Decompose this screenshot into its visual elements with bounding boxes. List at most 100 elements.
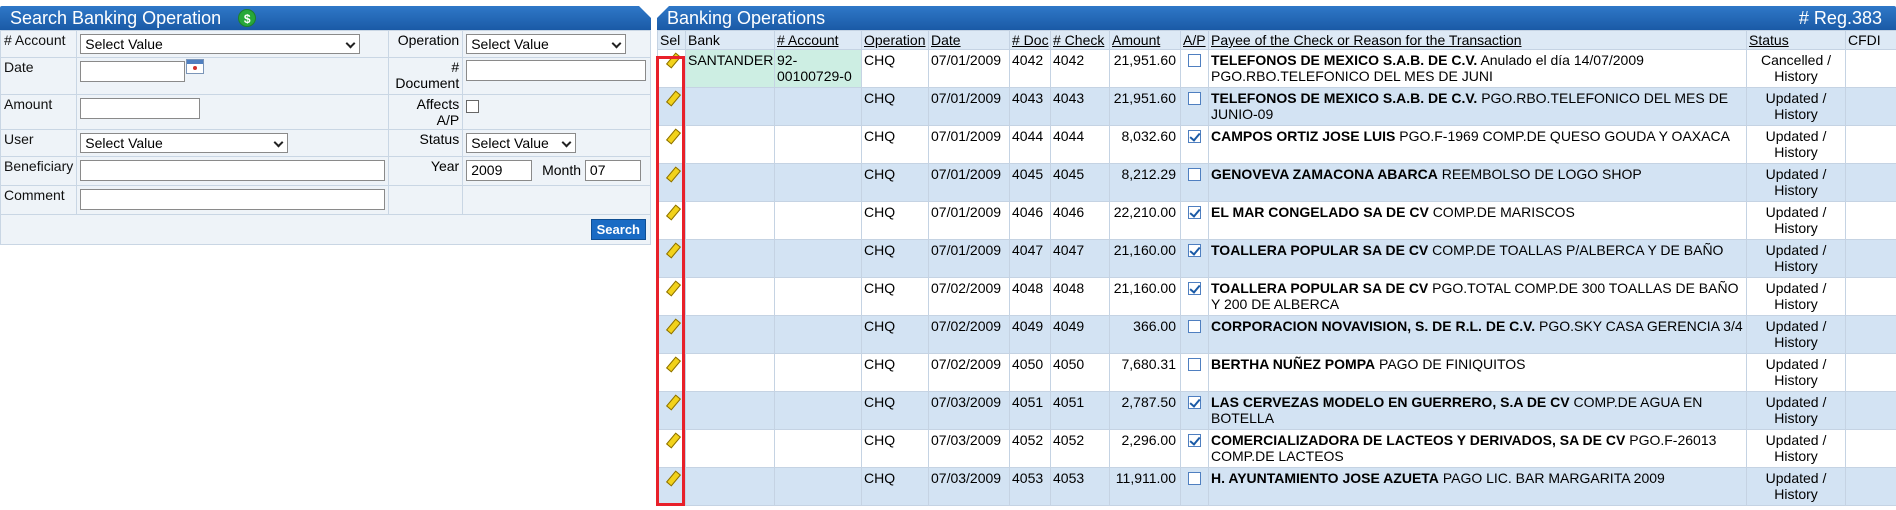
- payee-cell: TELEFONOS DE MEXICO S.A.B. DE C.V. Anula…: [1208, 49, 1747, 88]
- edit-cell[interactable]: [657, 467, 686, 506]
- ap-checkbox[interactable]: [1188, 358, 1201, 371]
- edit-cell[interactable]: [657, 277, 686, 316]
- user-select[interactable]: Select Value: [80, 133, 289, 153]
- operation-cell: CHQ: [861, 353, 929, 392]
- pencil-edit-icon[interactable]: [665, 53, 679, 67]
- table-row: SANTANDER 92-00100729-0 CHQ 07/01/2009 4042 4…: [657, 49, 1896, 88]
- operations-table: Sel Bank # Account Operation Date # Doc …: [657, 30, 1896, 506]
- operation-cell: CHQ: [861, 277, 929, 316]
- money-icon[interactable]: $: [238, 9, 257, 27]
- date-cell: 07/01/2009: [928, 125, 1010, 164]
- col-date[interactable]: Date: [928, 30, 1010, 50]
- account-select[interactable]: Select Value: [80, 34, 361, 54]
- ap-checkbox[interactable]: [1188, 472, 1201, 485]
- pencil-edit-icon[interactable]: [665, 433, 679, 447]
- status-select[interactable]: Select Value: [466, 133, 577, 153]
- pencil-edit-icon[interactable]: [665, 281, 679, 295]
- col-payee[interactable]: Payee of the Check or Reason for the Tra…: [1208, 30, 1747, 50]
- date-cell: 07/01/2009: [928, 239, 1010, 278]
- edit-cell[interactable]: [657, 391, 686, 430]
- payee-cell: TOALLERA POPULAR SA DE CV PGO.TOTAL COMP…: [1208, 277, 1747, 316]
- edit-cell[interactable]: [657, 239, 686, 278]
- doc-cell: 4042: [1009, 49, 1051, 88]
- operation-select[interactable]: Select Value: [466, 34, 627, 54]
- ap-checkbox[interactable]: [1188, 396, 1201, 409]
- ap-checkbox[interactable]: [1188, 130, 1201, 143]
- edit-cell[interactable]: [657, 49, 686, 88]
- pencil-edit-icon[interactable]: [665, 243, 679, 257]
- ap-checkbox[interactable]: [1188, 54, 1201, 67]
- ap-checkbox[interactable]: [1188, 92, 1201, 105]
- bank-cell: [685, 125, 775, 164]
- ap-checkbox[interactable]: [1188, 282, 1201, 295]
- pencil-edit-icon[interactable]: [665, 129, 679, 143]
- col-check[interactable]: # Check: [1050, 30, 1110, 50]
- col-amount[interactable]: Amount: [1109, 30, 1181, 50]
- search-title: Search Banking Operation: [10, 8, 222, 28]
- beneficiary-input[interactable]: [80, 160, 386, 181]
- payee-name: TELEFONOS DE MEXICO S.A.B. DE C.V.: [1211, 90, 1478, 106]
- affects-label: Affects A/P: [388, 94, 464, 130]
- month-label: Month: [542, 162, 582, 178]
- comment-input[interactable]: [80, 189, 386, 210]
- status-cell: Updated / History: [1746, 125, 1846, 164]
- amount-cell: 21,160.00: [1109, 239, 1181, 278]
- check-cell: 4050: [1050, 353, 1110, 392]
- pencil-edit-icon[interactable]: [665, 91, 679, 105]
- pencil-edit-icon[interactable]: [665, 167, 679, 181]
- payee-name: GENOVEVA ZAMACONA ABARCA: [1211, 166, 1438, 182]
- edit-cell[interactable]: [657, 429, 686, 468]
- pencil-edit-icon[interactable]: [665, 471, 679, 485]
- col-status[interactable]: Status: [1746, 30, 1846, 50]
- account-cell: [774, 87, 862, 126]
- ap-cell: [1180, 391, 1209, 430]
- date-cell: 07/02/2009: [928, 277, 1010, 316]
- amount-cell: 11,911.00: [1109, 467, 1181, 506]
- edit-cell[interactable]: [657, 201, 686, 240]
- cfdi-cell: [1845, 125, 1896, 164]
- ap-cell: [1180, 239, 1209, 278]
- bank-cell: [685, 467, 775, 506]
- document-input[interactable]: [466, 60, 647, 81]
- date-input[interactable]: [80, 61, 186, 82]
- cfdi-cell: [1845, 87, 1896, 126]
- account-cell: [774, 163, 862, 202]
- check-cell: 4045: [1050, 163, 1110, 202]
- col-doc[interactable]: # Doc: [1009, 30, 1051, 50]
- bank-cell: [685, 353, 775, 392]
- ap-checkbox[interactable]: [1188, 168, 1201, 181]
- doc-cell: 4043: [1009, 87, 1051, 126]
- col-operation[interactable]: Operation: [861, 30, 929, 50]
- year-input[interactable]: 2009: [466, 160, 533, 181]
- pencil-edit-icon[interactable]: [665, 319, 679, 333]
- ap-checkbox[interactable]: [1188, 434, 1201, 447]
- date-cell: 07/02/2009: [928, 315, 1010, 354]
- search-button[interactable]: Search: [590, 219, 646, 240]
- col-ap[interactable]: A/P: [1180, 30, 1209, 50]
- edit-cell[interactable]: [657, 163, 686, 202]
- month-input[interactable]: 07: [584, 160, 641, 181]
- col-account[interactable]: # Account: [774, 30, 862, 50]
- status-cell: Updated / History: [1746, 277, 1846, 316]
- status-cell: Updated / History: [1746, 391, 1846, 430]
- cfdi-cell: [1845, 353, 1896, 392]
- pencil-edit-icon[interactable]: [665, 205, 679, 219]
- edit-cell[interactable]: [657, 125, 686, 164]
- date-label: Date: [0, 57, 78, 95]
- edit-cell[interactable]: [657, 87, 686, 126]
- ap-checkbox[interactable]: [1188, 206, 1201, 219]
- ap-checkbox[interactable]: [1188, 320, 1201, 333]
- chevron-down-icon: [561, 137, 572, 148]
- check-cell: 4048: [1050, 277, 1110, 316]
- affects-checkbox[interactable]: [466, 100, 480, 114]
- edit-cell[interactable]: [657, 315, 686, 354]
- ap-cell: [1180, 315, 1209, 354]
- amount-input[interactable]: [80, 98, 201, 119]
- edit-cell[interactable]: [657, 353, 686, 392]
- status-cell: Updated / History: [1746, 429, 1846, 468]
- pencil-edit-icon[interactable]: [665, 395, 679, 409]
- pencil-edit-icon[interactable]: [665, 357, 679, 371]
- calendar-icon[interactable]: [186, 59, 205, 74]
- amount-cell: 22,210.00: [1109, 201, 1181, 240]
- ap-checkbox[interactable]: [1188, 244, 1201, 257]
